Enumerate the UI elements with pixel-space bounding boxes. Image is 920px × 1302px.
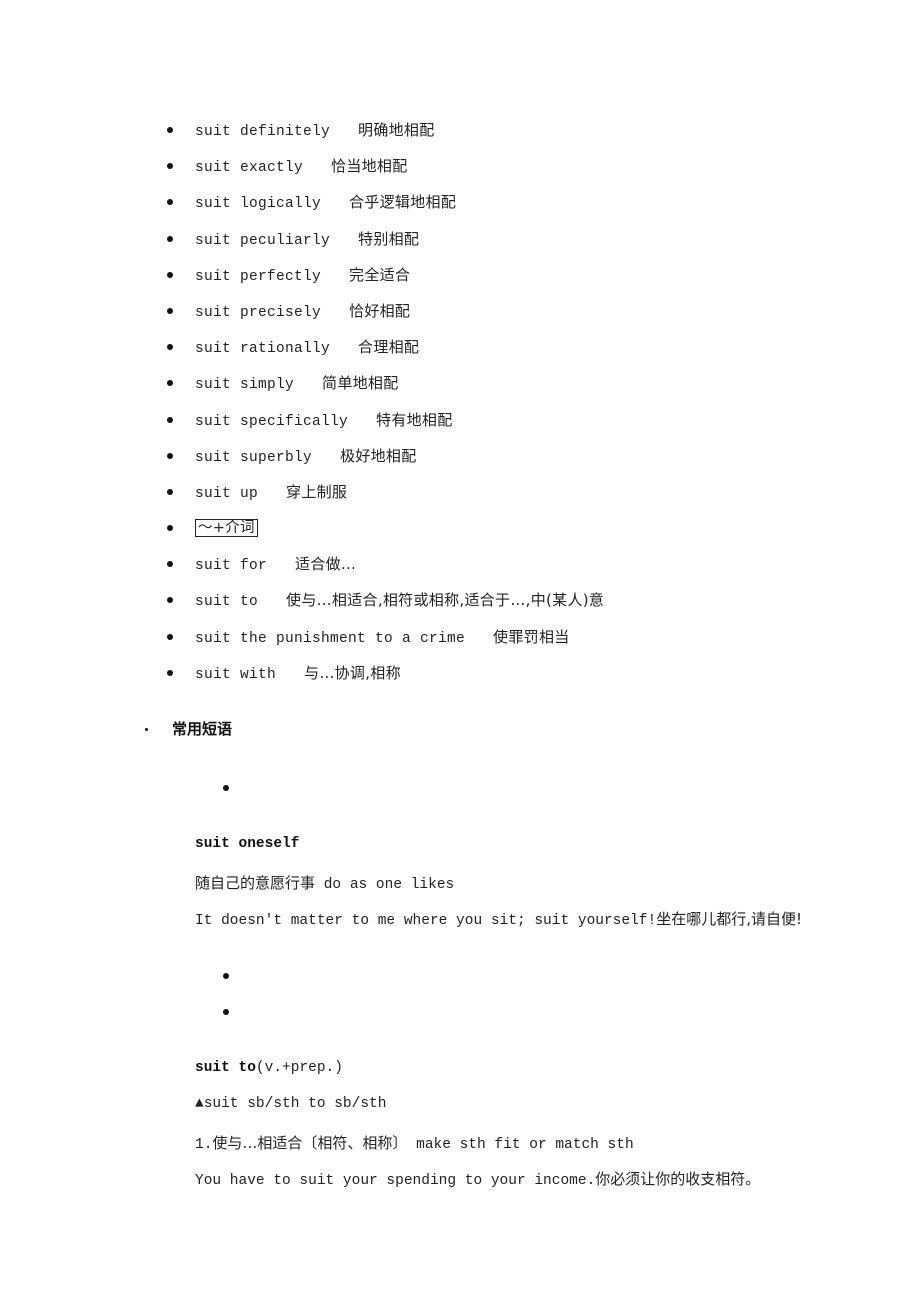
- bullet-icon: [167, 380, 173, 387]
- bullet-icon: [223, 785, 229, 791]
- collocation-zh: 极好地相配: [340, 446, 417, 465]
- phrase-pattern: ▲suit sb/sth to sb/sth: [195, 1096, 387, 1112]
- collocation-zh: 简单地相配: [322, 374, 399, 393]
- bullet-icon: [167, 199, 173, 206]
- bullet-icon: [167, 271, 173, 278]
- collocation-en: suit rationally: [195, 341, 331, 358]
- collocation-en: suit perfectly: [195, 268, 322, 285]
- example-zh: 坐在哪儿都行,请自便!: [656, 910, 802, 928]
- bullet-icon: [167, 633, 173, 640]
- prep-subheading-box: ～+介词: [195, 519, 258, 538]
- bullet-icon: [167, 669, 173, 676]
- collocation-en: suit simply: [195, 377, 295, 394]
- collocation-zh: 恰当地相配: [331, 157, 408, 176]
- document-page: suit definitely 明确地相配 suit exactly 恰当地相配 s…: [0, 0, 920, 1302]
- collocation-en: suit to: [195, 594, 259, 611]
- collocation-zh: 适合做…: [295, 555, 357, 574]
- part-of-speech: (v.+prep.): [255, 1060, 343, 1076]
- bullet-icon: [167, 344, 173, 351]
- collocation-zh: 特别相配: [358, 229, 420, 248]
- collocation-en: suit superbly: [195, 449, 313, 466]
- definition-en: do as one likes: [323, 877, 455, 893]
- bullet-icon: [167, 163, 173, 170]
- collocation-zh: 明确地相配: [358, 121, 435, 139]
- collocation-zh: 使与…相适合,相符或相称,适合于…,中(某人)意: [286, 591, 605, 610]
- collocation-zh: 特有地相配: [376, 410, 453, 429]
- section-heading-text: 常用短语: [172, 720, 233, 738]
- sense-number: 1.: [195, 1137, 213, 1153]
- collocation-zh: 穿上制服: [286, 482, 348, 501]
- collocation-en: suit specifically: [195, 413, 349, 430]
- collocation-zh: 合理相配: [358, 338, 420, 357]
- phrase-title: suit to: [195, 1060, 256, 1076]
- phrase-example: It doesn't matter to me where you sit; s…: [195, 908, 802, 929]
- sense-zh: 使与…相适合〔相符、相称〕: [212, 1134, 408, 1152]
- bullet-icon: [167, 597, 173, 604]
- bullet-icon: [167, 307, 173, 314]
- collocation-zh: 与…协调,相称: [304, 663, 401, 682]
- example-en: You have to suit your spending to your i…: [195, 1173, 596, 1189]
- collocation-en: suit for: [195, 558, 268, 575]
- phrase-title: suit oneself: [195, 836, 300, 852]
- phrase-definition: 随自己的意愿行事 do as one likes: [195, 872, 454, 893]
- collocation-en: suit peculiarly: [195, 232, 331, 249]
- bullet-icon: [223, 1009, 229, 1015]
- bullet-icon: [167, 561, 173, 568]
- collocation-zh: 使罪罚相当: [493, 627, 570, 646]
- phrase-sense: 1.使与…相适合〔相符、相称〕 make sth fit or match st…: [195, 1132, 634, 1153]
- collocation-zh: 合乎逻辑地相配: [349, 193, 457, 212]
- collocation-en: suit with: [195, 666, 277, 683]
- bullet-icon: [145, 728, 148, 731]
- bullet-icon: [167, 452, 173, 459]
- bullet-icon: [223, 973, 229, 979]
- collocation-en: suit exactly: [195, 160, 304, 177]
- collocation-en: suit up: [195, 485, 259, 502]
- bullet-icon: [167, 416, 173, 423]
- collocation-en: suit the punishment to a crime: [195, 630, 466, 647]
- bullet-icon: [167, 235, 173, 242]
- sense-en: make sth fit or match sth: [416, 1137, 634, 1153]
- collocation-zh: 完全适合: [349, 265, 411, 284]
- example-en: It doesn't matter to me where you sit; s…: [195, 913, 657, 929]
- phrase-title-line: suit to(v.+prep.): [195, 1060, 343, 1076]
- bullet-icon: [167, 525, 173, 532]
- collocation-en: suit precisely: [195, 304, 322, 321]
- collocation-zh: 恰好相配: [349, 301, 411, 320]
- bullet-icon: [167, 488, 173, 495]
- collocation-en: suit definitely: [195, 124, 331, 140]
- section-heading-common-phrases: 常用短语: [145, 718, 232, 739]
- phrase-example: You have to suit your spending to your i…: [195, 1168, 760, 1189]
- collocation-en: suit logically: [195, 196, 322, 213]
- example-zh: 你必须让你的收支相符。: [595, 1170, 761, 1188]
- definition-zh: 随自己的意愿行事: [195, 874, 316, 892]
- bullet-icon: [167, 127, 173, 133]
